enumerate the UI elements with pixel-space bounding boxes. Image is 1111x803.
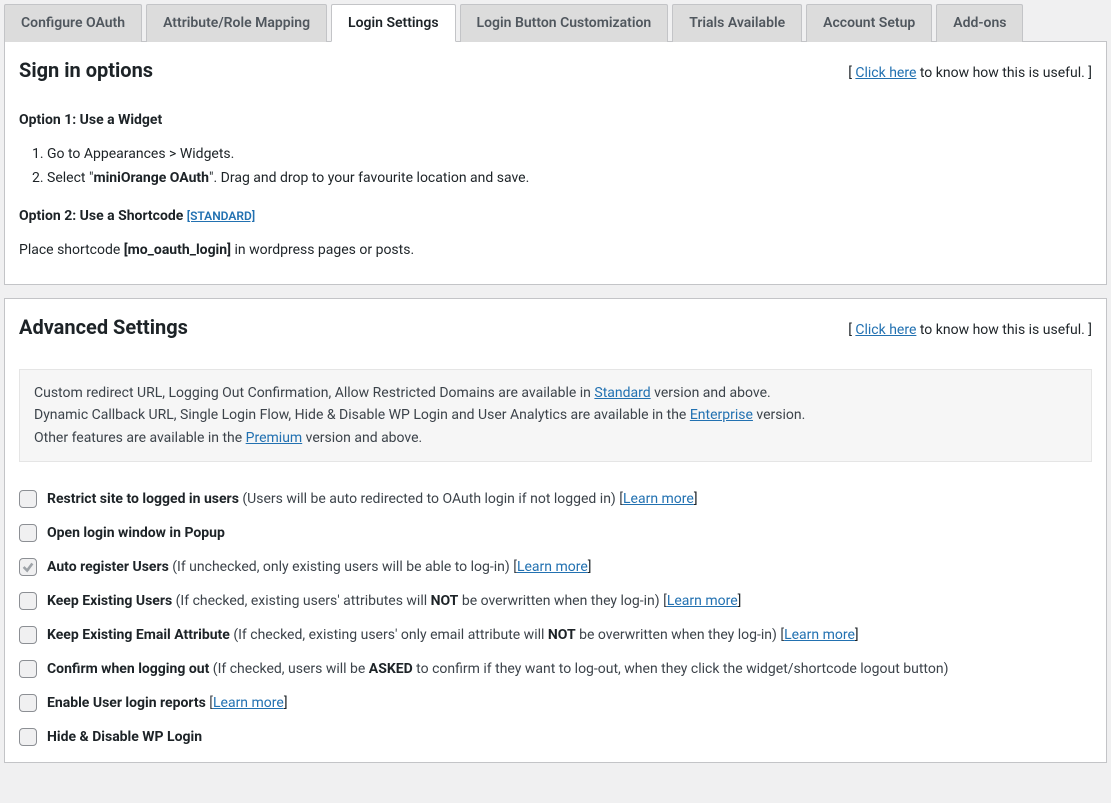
widget-step-1: Go to Appearances > Widgets. xyxy=(47,146,1092,162)
sign-in-options-title: Sign in options xyxy=(19,58,153,82)
tab-attribute-role-mapping[interactable]: Attribute/Role Mapping xyxy=(146,4,327,42)
autoreg-learn-more-link[interactable]: Learn more xyxy=(517,559,588,575)
keep-email-row: Keep Existing Email Attribute (If checke… xyxy=(19,626,1092,644)
login-reports-row: Enable User login reports [Learn more] xyxy=(19,694,1092,712)
auto-register-row: Auto register Users (If unchecked, only … xyxy=(19,558,1092,576)
tabs-bar: Configure OAuth Attribute/Role Mapping L… xyxy=(4,4,1107,42)
tab-login-settings[interactable]: Login Settings xyxy=(331,4,456,42)
restrict-learn-more-link[interactable]: Learn more xyxy=(623,491,694,507)
enterprise-version-link[interactable]: Enterprise xyxy=(690,407,753,423)
advanced-useful-text: [ Click here to know how this is useful.… xyxy=(848,322,1092,338)
reports-learn-more-link[interactable]: Learn more xyxy=(213,695,284,711)
widget-step-2: Select "miniOrange OAuth". Drag and drop… xyxy=(47,170,1092,186)
keep-users-checkbox[interactable] xyxy=(19,592,37,610)
keepemail-learn-more-link[interactable]: Learn more xyxy=(784,627,855,643)
auto-register-checkbox[interactable] xyxy=(19,558,37,576)
tab-account-setup[interactable]: Account Setup xyxy=(806,4,932,42)
hide-wp-login-checkbox[interactable] xyxy=(19,728,37,746)
widget-steps-list: Go to Appearances > Widgets. Select "min… xyxy=(19,146,1092,186)
keep-email-checkbox[interactable] xyxy=(19,626,37,644)
signin-useful-text: [ Click here to know how this is useful.… xyxy=(848,65,1092,81)
confirm-logout-row: Confirm when logging out (If checked, us… xyxy=(19,660,1092,678)
tab-configure-oauth[interactable]: Configure OAuth xyxy=(4,4,142,42)
standard-version-link[interactable]: Standard xyxy=(594,385,650,401)
tab-add-ons[interactable]: Add-ons xyxy=(936,4,1023,42)
advanced-click-here-link[interactable]: Click here xyxy=(855,322,916,338)
keepusers-learn-more-link[interactable]: Learn more xyxy=(667,593,738,609)
tab-trials-available[interactable]: Trials Available xyxy=(672,4,802,42)
premium-version-link[interactable]: Premium xyxy=(246,430,303,446)
login-reports-checkbox[interactable] xyxy=(19,694,37,712)
tab-login-button-customization[interactable]: Login Button Customization xyxy=(460,4,669,42)
sign-in-options-panel: Sign in options [ Click here to know how… xyxy=(4,41,1107,285)
version-info-box: Custom redirect URL, Logging Out Confirm… xyxy=(19,369,1092,462)
popup-row: Open login window in Popup xyxy=(19,524,1092,542)
popup-checkbox[interactable] xyxy=(19,524,37,542)
restrict-site-checkbox[interactable] xyxy=(19,490,37,508)
option1-heading: Option 1: Use a Widget xyxy=(19,112,1092,128)
option2-heading: Option 2: Use a Shortcode [STANDARD] xyxy=(19,208,1092,224)
confirm-logout-checkbox[interactable] xyxy=(19,660,37,678)
signin-click-here-link[interactable]: Click here xyxy=(855,65,916,81)
shortcode-instruction: Place shortcode [mo_oauth_login] in word… xyxy=(19,242,1092,258)
restrict-site-row: Restrict site to logged in users (Users … xyxy=(19,490,1092,508)
hide-wp-login-row: Hide & Disable WP Login xyxy=(19,728,1092,746)
advanced-settings-panel: Advanced Settings [ Click here to know h… xyxy=(4,298,1107,763)
advanced-settings-title: Advanced Settings xyxy=(19,315,188,339)
standard-badge-link[interactable]: [STANDARD] xyxy=(187,209,255,223)
keep-users-row: Keep Existing Users (If checked, existin… xyxy=(19,592,1092,610)
